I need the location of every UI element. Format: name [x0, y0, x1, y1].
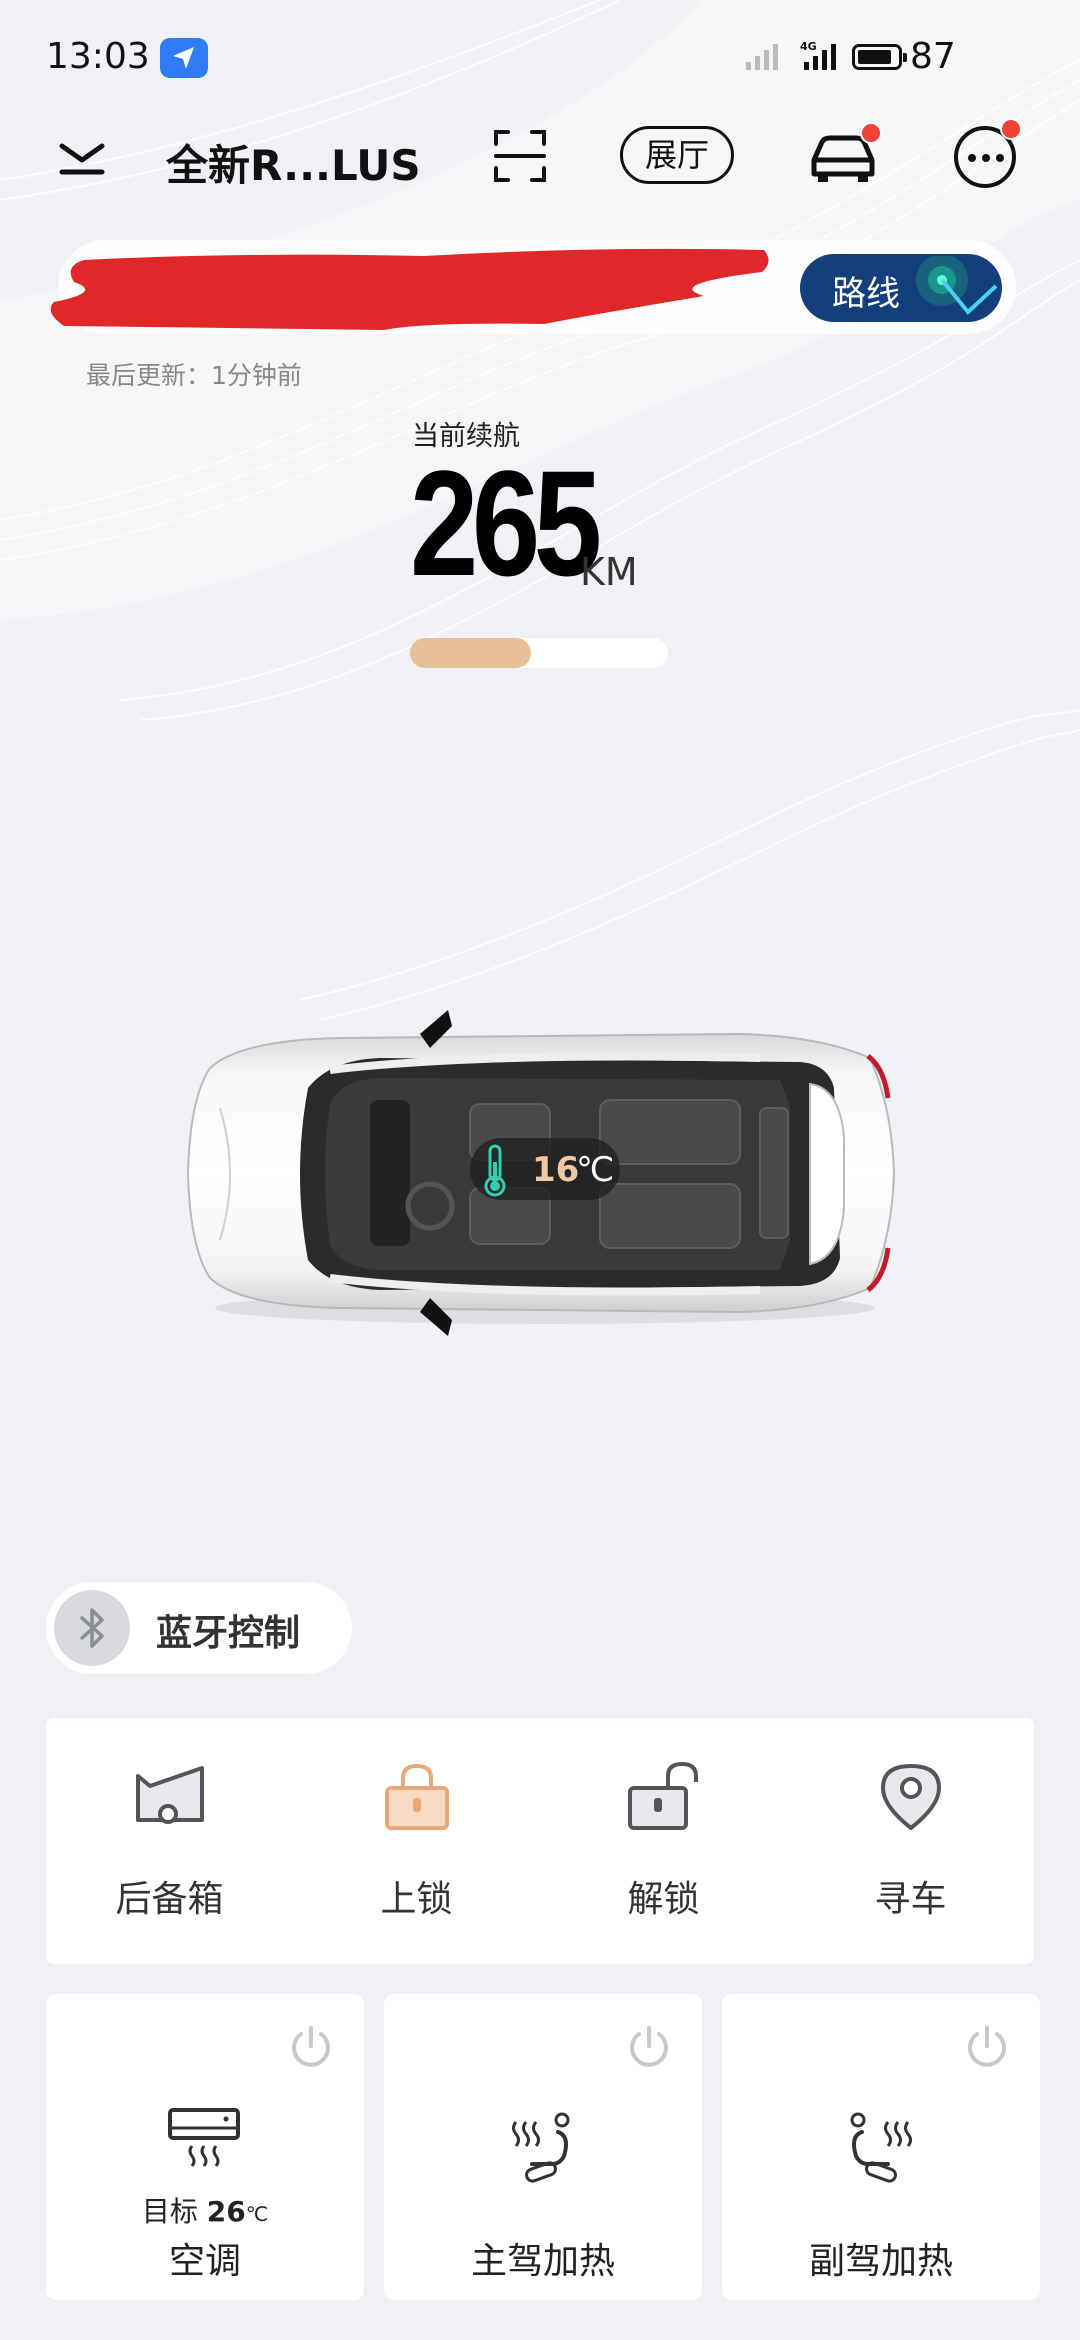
- passenger-seat-heat-icon: [850, 2112, 912, 2183]
- passenger-seat-heat-label: 副驾加热: [808, 2241, 953, 2282]
- ac-target-temperature: 目标 26℃: [46, 2190, 364, 2230]
- cabin-temperature-value: 16: [532, 1150, 580, 1190]
- vehicle-title[interactable]: 全新R...LUS: [166, 132, 421, 193]
- power-icon[interactable]: [964, 2024, 1010, 2070]
- route-button[interactable]: 路线: [800, 254, 1002, 322]
- passenger-seat-heat-tile[interactable]: 副驾加热: [722, 1994, 1040, 2300]
- ac-target-value: 26: [206, 2195, 246, 2228]
- range-progress-fill: [410, 638, 532, 668]
- find-car-label: 寻车: [874, 1879, 947, 1920]
- scan-icon[interactable]: [492, 128, 548, 184]
- showroom-button[interactable]: 展厅: [620, 126, 734, 184]
- find-car-icon: [881, 1764, 941, 1830]
- ac-target-prefix: 目标: [141, 2195, 198, 2228]
- quick-actions-card: 后备箱 上锁 解锁 寻车: [46, 1718, 1034, 1964]
- cabin-temperature-unit: ℃: [576, 1150, 615, 1190]
- power-icon[interactable]: [626, 2024, 672, 2070]
- location-arrow-icon: [160, 38, 208, 78]
- power-icon[interactable]: [288, 2024, 334, 2070]
- unlock-button[interactable]: 解锁: [540, 1718, 787, 1964]
- bluetooth-control-button[interactable]: 蓝牙控制: [46, 1582, 352, 1674]
- bluetooth-icon: [54, 1590, 130, 1666]
- lock-button[interactable]: 上锁: [293, 1718, 540, 1964]
- collapse-chevron-icon[interactable]: [56, 132, 108, 182]
- status-bar: 13:03 4G 87: [0, 0, 1080, 118]
- network-type-text: 4G: [800, 40, 817, 53]
- status-time: 13:03: [46, 36, 150, 77]
- battery-icon: [852, 44, 907, 70]
- air-conditioner-label: 空调: [168, 2241, 241, 2282]
- range-unit: KM: [580, 550, 638, 594]
- unlock-label: 解锁: [627, 1879, 700, 1920]
- range-value: 265: [410, 439, 602, 607]
- battery-percent: 87: [910, 36, 956, 77]
- driver-seat-heat-label: 主驾加热: [470, 2241, 615, 2282]
- trunk-button[interactable]: 后备箱: [46, 1718, 293, 1964]
- route-label: 路线: [832, 274, 900, 314]
- address-redaction: [50, 248, 769, 330]
- thermometer-icon: [484, 1144, 506, 1197]
- trunk-label: 后备箱: [115, 1879, 224, 1920]
- lock-icon: [385, 1763, 449, 1830]
- route-map-icon: [916, 256, 998, 315]
- bluetooth-control-label: 蓝牙控制: [156, 1613, 301, 1654]
- last-update-text: 最后更新：1分钟前: [86, 361, 302, 390]
- cabin-temperature-badge: 16 ℃: [470, 1138, 620, 1200]
- air-conditioner-tile[interactable]: 目标 26℃ 空调: [46, 1994, 364, 2300]
- ac-target-unit: ℃: [245, 2202, 269, 2226]
- header: 全新R...LUS 展厅: [0, 118, 1080, 198]
- range-progress-bar: [410, 638, 668, 668]
- trunk-icon: [136, 1766, 204, 1824]
- car-notification-dot: [860, 122, 882, 144]
- signal-weak-icon: [746, 44, 778, 70]
- lock-label: 上锁: [380, 1879, 453, 1920]
- driver-seat-heat-icon: [512, 2112, 570, 2183]
- find-car-button[interactable]: 寻车: [787, 1718, 1034, 1964]
- air-conditioner-icon: [168, 2108, 240, 2167]
- location-bar[interactable]: 路线: [50, 240, 1016, 334]
- driver-seat-heat-tile[interactable]: 主驾加热: [384, 1994, 702, 2300]
- unlock-icon: [628, 1762, 698, 1830]
- signal-4g-icon: 4G: [800, 40, 836, 70]
- more-notification-dot: [1000, 118, 1022, 140]
